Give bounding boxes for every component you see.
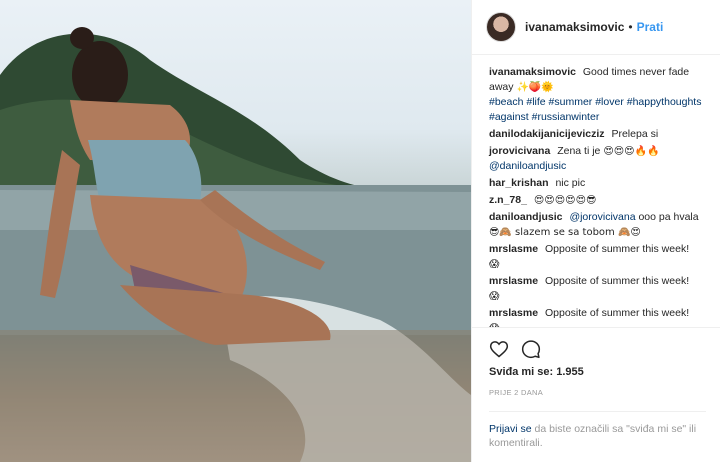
post-photo[interactable] [0, 0, 471, 462]
avatar[interactable] [486, 12, 516, 42]
comment-username[interactable]: har_krishan [489, 177, 549, 189]
login-link[interactable]: Prijavi se [489, 423, 532, 435]
comment-username[interactable]: jorovicivana [489, 145, 550, 157]
caption-username[interactable]: ivanamaksimovic [489, 66, 576, 78]
comment-username[interactable]: danilodakijanicijevicziz [489, 128, 605, 140]
login-prompt: Prijavi se da biste označili sa "sviđa m… [489, 411, 706, 462]
post-header: ivanamaksimovic • Prati [472, 0, 720, 55]
post-sidebar: ivanamaksimovic • Prati ivanamaksimovic … [471, 0, 720, 462]
caption-hashtags[interactable]: #beach #life #summer #lover #happythough… [489, 96, 701, 123]
action-icons [489, 336, 706, 362]
comment-username[interactable]: z.n_78_ [489, 194, 527, 206]
comment-text: Opposite of summer this week! [544, 243, 690, 255]
comment-row: mrslasme Opposite of summer this week! 😱 [489, 274, 706, 304]
instagram-post: ivanamaksimovic • Prati ivanamaksimovic … [0, 0, 720, 462]
comment-username[interactable]: mrslasme [489, 307, 538, 319]
beach-photo-illustration [0, 27, 471, 462]
comment-text: Zena ti je [557, 145, 601, 157]
comment-username[interactable]: daniloandjusic [489, 211, 563, 223]
comment-emojis: 😱 [489, 291, 500, 302]
comment-text: ooo pa hvala [638, 211, 699, 223]
comment-emojis: 😍😍😍😍😍😎 [533, 195, 597, 206]
comment-row: mrslasme Opposite of summer this week! 😱 [489, 242, 706, 272]
comment-text: nic pic [555, 177, 586, 189]
comment-row: mrslasme Opposite of summer this week! 😱 [489, 306, 706, 327]
post-time: PRIJE 2 DANA [489, 388, 544, 397]
comment-row: jorovicivana Zena ti je 😍😍😍🔥🔥 @daniloand… [489, 144, 706, 174]
comment-text-2: 😎🙈 slazem se sa tobom 🙈😍 [489, 227, 641, 238]
caption-emojis: ✨🍑🌞 [516, 82, 554, 93]
comment-mention[interactable]: @jorovicivana [569, 211, 635, 223]
likes-count[interactable]: Sviđa mi se: 1.955 [489, 366, 706, 378]
comment-row: danilodakijanicijevicziz Prelepa si [489, 127, 706, 142]
comment-icon[interactable] [521, 339, 541, 359]
comment-row: daniloandjusic @jorovicivana ooo pa hval… [489, 210, 706, 240]
comment-text: Opposite of summer this week! [544, 307, 690, 319]
comment-row: har_krishan nic pic [489, 176, 706, 191]
comment-emojis: 😍😍😍🔥🔥 [603, 146, 660, 157]
comment-row: z.n_78_ 😍😍😍😍😍😎 [489, 193, 706, 208]
comments-list: ivanamaksimovic Good times never fade aw… [472, 55, 720, 327]
comment-mention[interactable]: @daniloandjusic [489, 160, 566, 172]
comment-text: Prelepa si [611, 128, 659, 140]
post-actions: Sviđa mi se: 1.955 PRIJE 2 DANA Prijavi … [472, 327, 720, 462]
header-username[interactable]: ivanamaksimovic [525, 20, 624, 34]
caption: ivanamaksimovic Good times never fade aw… [489, 65, 706, 125]
comment-emojis: 😱 [489, 259, 500, 270]
heart-icon[interactable] [489, 339, 509, 359]
comment-username[interactable]: mrslasme [489, 243, 538, 255]
comment-text: Opposite of summer this week! [544, 275, 690, 287]
follow-button[interactable]: Prati [637, 20, 664, 34]
comment-username[interactable]: mrslasme [489, 275, 538, 287]
header-dot: • [628, 20, 633, 34]
